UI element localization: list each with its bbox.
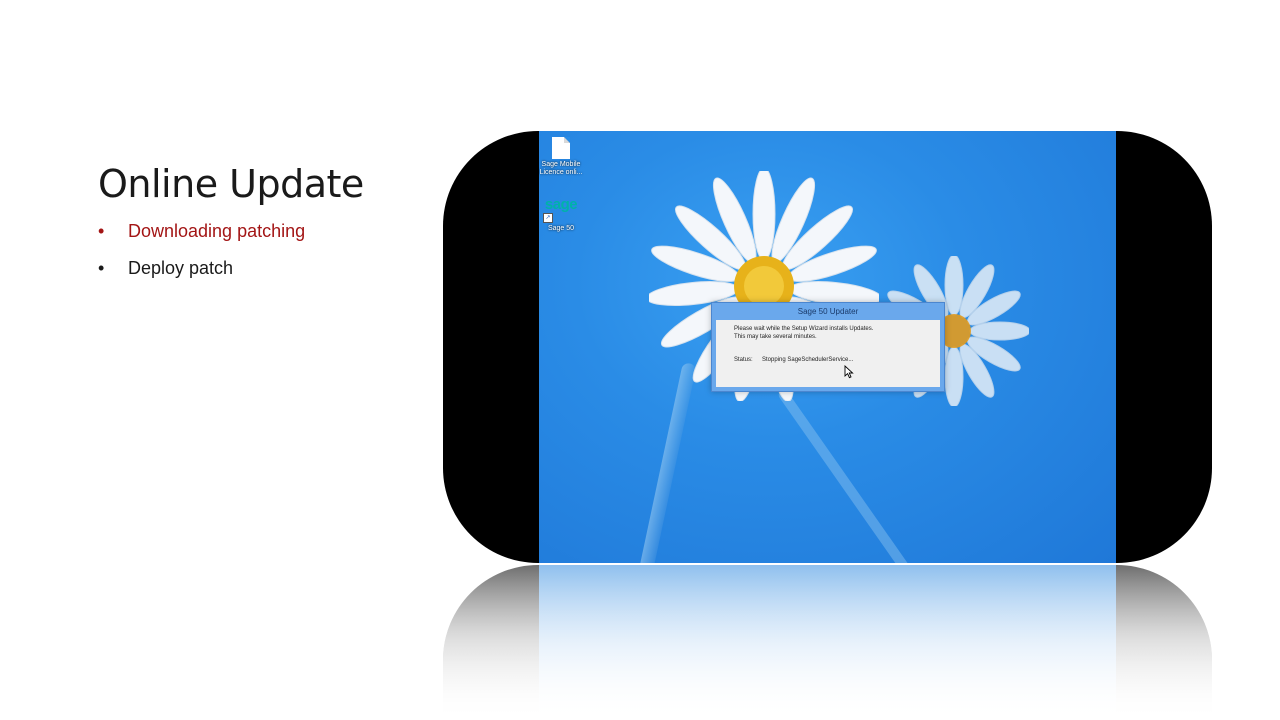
device-reflection [443, 565, 1212, 720]
screen-reflection [539, 565, 1116, 720]
desktop-icon-sage-50[interactable]: sage ↗ Sage 50 [539, 197, 583, 233]
desktop-icon-sage-mobile[interactable]: Sage Mobile Licence onli... [539, 137, 583, 177]
desktop-icon-label: Sage 50 [547, 225, 575, 232]
device-frame: Sage Mobile Licence onli... sage ↗ Sage … [443, 131, 1212, 563]
document-icon [552, 137, 570, 159]
bullet-dot-icon: • [98, 258, 105, 278]
dialog-message: This may take several minutes. [734, 334, 817, 340]
status-label: Status: [734, 357, 753, 363]
flower-stem [776, 388, 912, 563]
dialog-message: Please wait while the Setup Wizard insta… [734, 326, 874, 332]
shortcut-arrow-icon: ↗ [543, 213, 553, 223]
desktop-screen: Sage Mobile Licence onli... sage ↗ Sage … [539, 131, 1116, 563]
bullet-list: • Downloading patching • Deploy patch [98, 220, 305, 294]
status-value: Stopping SageSchedulerService... [762, 357, 854, 363]
mouse-cursor-icon [844, 365, 854, 379]
bullet-text: Deploy patch [128, 258, 234, 278]
desktop-icon-label: Sage Mobile Licence onli... [539, 161, 583, 176]
dialog-title: Sage 50 Updater [797, 307, 859, 316]
updater-dialog[interactable]: Sage 50 Updater Please wait while the Se… [711, 302, 945, 392]
dialog-body: Please wait while the Setup Wizard insta… [716, 320, 940, 387]
bullet-text: Downloading patching [128, 221, 306, 241]
sage-logo-icon: sage [544, 196, 578, 213]
bullet-item-deploy: • Deploy patch [98, 257, 305, 294]
slide-title: Online Update [98, 162, 364, 206]
bullet-item-downloading: • Downloading patching [98, 220, 305, 257]
bullet-dot-icon: • [98, 221, 105, 241]
